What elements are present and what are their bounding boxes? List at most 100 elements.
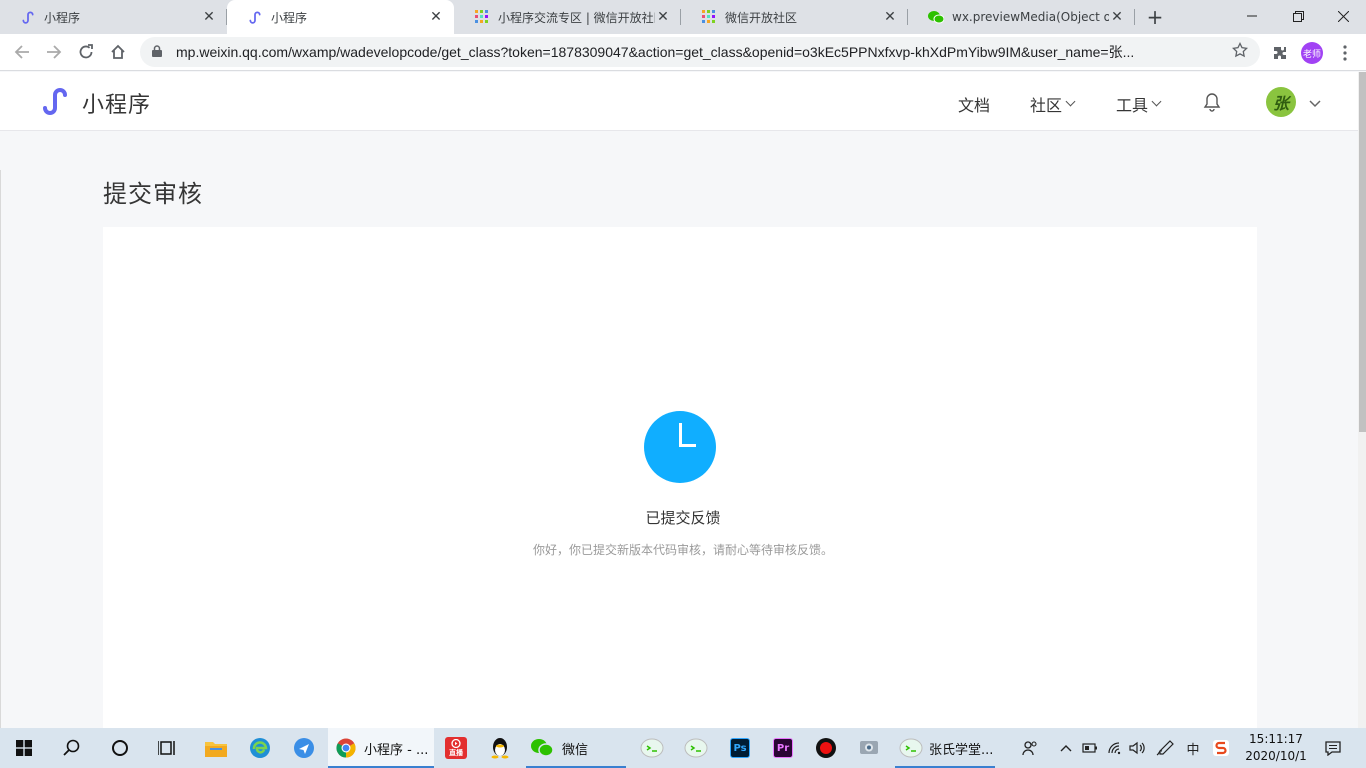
avatar-chevron-down-icon[interactable] bbox=[1309, 93, 1321, 112]
miniprogram-icon bbox=[20, 9, 36, 25]
battery-icon[interactable] bbox=[1080, 728, 1100, 768]
reload-icon bbox=[79, 44, 93, 59]
menu-kebab-icon[interactable] bbox=[1333, 41, 1357, 65]
qq-penguin-icon[interactable] bbox=[480, 728, 520, 768]
reload-button[interactable] bbox=[70, 36, 102, 68]
bookmark-star-icon[interactable] bbox=[1231, 41, 1249, 62]
tab-title: 小程序 bbox=[44, 10, 81, 25]
community-icon bbox=[701, 9, 717, 25]
tencent-video-label: 直播 bbox=[449, 748, 463, 757]
status-title: 已提交反馈 bbox=[645, 509, 721, 527]
nav-tools-label: 工具 bbox=[1116, 96, 1149, 115]
close-icon[interactable]: ✕ bbox=[1109, 9, 1125, 25]
nav-docs[interactable]: 文档 bbox=[958, 92, 990, 116]
tab-strip: 小程序 ✕ 小程序 ✕ 小程序交流专区 | 微信开放社区 ✕ 微信开放社区 ✕ … bbox=[0, 0, 1366, 34]
minimize-icon bbox=[1247, 15, 1257, 17]
pen-icon[interactable] bbox=[1154, 728, 1176, 768]
miniprogram-logo-icon bbox=[40, 86, 72, 120]
tab-title: 小程序交流专区 | 微信开放社区 bbox=[498, 10, 655, 25]
clock-time: 15:11:17 bbox=[1249, 732, 1303, 746]
home-icon bbox=[111, 44, 125, 59]
user-avatar[interactable]: 张 bbox=[1266, 87, 1296, 117]
system-clock[interactable]: 15:11:17 2020/10/1 bbox=[1240, 731, 1312, 765]
taskbar-app-zhangshi[interactable]: 张氏学堂... bbox=[895, 728, 995, 768]
record-icon[interactable] bbox=[806, 728, 846, 768]
notification-center-icon[interactable] bbox=[1322, 728, 1344, 768]
wechat-devtools-icon[interactable] bbox=[632, 728, 672, 768]
browser-tab-5[interactable]: wx.previewMedia(Object obj ✕ bbox=[908, 0, 1135, 34]
back-button[interactable] bbox=[6, 36, 38, 68]
edge-icon[interactable] bbox=[240, 728, 280, 768]
photoshop-icon[interactable]: Ps bbox=[720, 728, 760, 768]
wechat-icon bbox=[928, 9, 944, 25]
new-tab-button[interactable]: + bbox=[1135, 0, 1175, 34]
tab-title: 微信开放社区 bbox=[725, 10, 798, 25]
wechat-devtools-icon bbox=[899, 738, 923, 758]
browser-tab-4[interactable]: 微信开放社区 ✕ bbox=[681, 0, 908, 34]
scrollbar-thumb[interactable] bbox=[1359, 72, 1366, 432]
chevron-down-icon bbox=[1151, 96, 1162, 107]
wechat-devtools-icon-2[interactable] bbox=[676, 728, 716, 768]
restore-icon bbox=[1292, 10, 1304, 22]
file-explorer-icon[interactable] bbox=[196, 728, 236, 768]
close-icon[interactable]: ✕ bbox=[201, 9, 217, 25]
tab-title: 小程序 bbox=[271, 10, 308, 25]
extensions-icon[interactable] bbox=[1268, 41, 1292, 65]
volume-icon[interactable] bbox=[1127, 728, 1149, 768]
browser-tab-2[interactable]: 小程序 ✕ bbox=[227, 0, 454, 34]
sogou-ime-icon[interactable] bbox=[1210, 728, 1232, 768]
forward-arrow-icon bbox=[47, 45, 62, 59]
close-icon[interactable]: ✕ bbox=[655, 9, 671, 25]
window-close-button[interactable] bbox=[1320, 0, 1366, 32]
tencent-video-icon[interactable]: 直播 bbox=[436, 728, 476, 768]
back-arrow-icon bbox=[14, 45, 29, 59]
profile-avatar[interactable]: 老师 bbox=[1301, 42, 1323, 64]
browser-tab-1[interactable]: 小程序 ✕ bbox=[0, 0, 227, 34]
close-icon[interactable]: ✕ bbox=[428, 9, 444, 25]
tab-title: wx.previewMedia(Object obj bbox=[952, 10, 1109, 24]
status-description: 你好，你已提交新版本代码审核，请耐心等待审核反馈。 bbox=[532, 543, 833, 557]
site-logo[interactable]: 小程序 bbox=[40, 86, 151, 120]
bell-icon[interactable] bbox=[1203, 92, 1221, 116]
chevron-down-icon bbox=[1065, 96, 1076, 107]
restore-button[interactable] bbox=[1275, 0, 1321, 32]
taskbar-app-wechat[interactable]: 微信 bbox=[526, 728, 626, 768]
taskbar-app-label: 微信 bbox=[562, 742, 589, 758]
screen-tool-icon[interactable] bbox=[849, 728, 889, 768]
ime-indicator[interactable]: 中 bbox=[1182, 728, 1204, 768]
taskbar-app-chrome[interactable]: 小程序 - ... bbox=[328, 728, 434, 768]
search-icon[interactable] bbox=[52, 728, 92, 768]
close-icon bbox=[1337, 10, 1349, 22]
address-bar[interactable]: mp.weixin.qq.com/wxamp/wadevelopcode/get… bbox=[140, 37, 1260, 67]
windows-start-icon[interactable] bbox=[4, 728, 44, 768]
nav-community-label: 社区 bbox=[1030, 96, 1063, 115]
cortana-icon[interactable] bbox=[100, 728, 140, 768]
community-icon bbox=[474, 9, 490, 25]
minimize-button[interactable] bbox=[1229, 0, 1275, 32]
task-view-icon[interactable] bbox=[148, 728, 188, 768]
page-title: 提交审核 bbox=[103, 180, 203, 208]
feishu-arrow-icon[interactable] bbox=[284, 728, 324, 768]
browser-tab-3[interactable]: 小程序交流专区 | 微信开放社区 ✕ bbox=[454, 0, 681, 34]
close-icon[interactable]: ✕ bbox=[882, 9, 898, 25]
home-button[interactable] bbox=[102, 36, 134, 68]
site-header: 小程序 文档 社区 工具 bbox=[0, 72, 1358, 131]
lock-icon bbox=[152, 44, 166, 60]
clock-date: 2020/10/1 bbox=[1245, 749, 1307, 763]
browser-toolbar: mp.weixin.qq.com/wxamp/wadevelopcode/get… bbox=[0, 34, 1366, 71]
url-text: mp.weixin.qq.com/wxamp/wadevelopcode/get… bbox=[176, 44, 1135, 60]
wechat-icon bbox=[530, 738, 554, 758]
miniprogram-icon bbox=[247, 9, 263, 25]
forward-button[interactable] bbox=[38, 36, 70, 68]
taskbar-app-label: 小程序 - ... bbox=[364, 742, 429, 758]
premiere-icon[interactable]: Pr bbox=[763, 728, 803, 768]
nav-docs-label: 文档 bbox=[958, 96, 991, 115]
wifi-icon[interactable] bbox=[1104, 728, 1126, 768]
people-icon[interactable] bbox=[1018, 728, 1042, 768]
chevron-up-icon[interactable] bbox=[1056, 728, 1076, 768]
nav-tools[interactable]: 工具 bbox=[1116, 92, 1162, 116]
clock-status-icon bbox=[644, 411, 716, 483]
nav-community[interactable]: 社区 bbox=[1030, 92, 1076, 116]
chrome-icon bbox=[336, 738, 356, 758]
taskbar-app-label: 张氏学堂... bbox=[929, 742, 994, 758]
